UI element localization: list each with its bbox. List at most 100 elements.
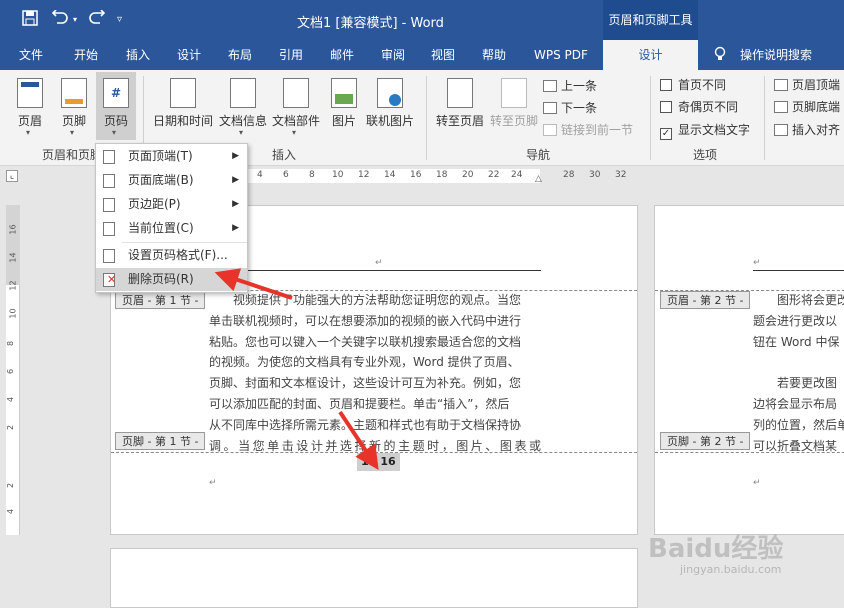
tab-home[interactable]: 开始 bbox=[74, 40, 98, 70]
checkmark-icon: ✓ bbox=[660, 128, 672, 140]
ruler-tick: 20 bbox=[462, 170, 474, 180]
ruler-tick: 14 bbox=[8, 252, 18, 263]
undo-dropdown-icon[interactable]: ▾ bbox=[73, 10, 77, 30]
page-1-body-text[interactable]: 视频提供了功能强大的方法帮助您证明您的观点。当您 单击联机视频时，可以在想要添加… bbox=[209, 290, 541, 456]
paragraph-mark: ↵ bbox=[209, 478, 217, 488]
header-top-icon bbox=[774, 79, 788, 91]
checkbox-icon bbox=[660, 101, 672, 113]
goto-footer-button[interactable]: 转至页脚 bbox=[488, 72, 540, 140]
goto-header-button[interactable]: 转至页眉 bbox=[434, 72, 486, 140]
ruler-tick: 4 bbox=[6, 396, 16, 403]
undo-icon[interactable] bbox=[51, 9, 70, 30]
group-divider bbox=[764, 76, 765, 160]
menu-item-label: 设置页码格式(F)... bbox=[128, 248, 228, 262]
tab-file[interactable]: 文件 bbox=[19, 40, 43, 70]
chevron-down-icon: ▾ bbox=[292, 128, 297, 137]
ribbon-tab-bar: 文件 开始 插入 设计 布局 引用 邮件 审阅 视图 帮助 WPS PDF 设计… bbox=[0, 40, 844, 70]
header-top-spinner[interactable]: 页眉顶端 bbox=[774, 75, 840, 95]
datetime-button[interactable]: 日期和时间 bbox=[152, 72, 214, 140]
align-tab-icon bbox=[774, 124, 788, 136]
vertical-ruler-margin bbox=[6, 205, 20, 285]
goto-header-icon bbox=[447, 78, 473, 108]
tab-references[interactable]: 引用 bbox=[279, 40, 303, 70]
header-button[interactable]: 页眉 ▾ bbox=[10, 72, 50, 140]
online-picture-label: 联机图片 bbox=[365, 114, 414, 128]
menu-item-remove-page-numbers[interactable]: ✕ 删除页码(R) bbox=[96, 268, 247, 291]
tab-review[interactable]: 审阅 bbox=[381, 40, 405, 70]
menu-item-page-bottom[interactable]: 页面底端(B) ▶ bbox=[96, 169, 247, 192]
document-page-3[interactable] bbox=[110, 548, 638, 608]
text-line: 钮在 Word 中保 bbox=[753, 334, 840, 349]
vertical-ruler[interactable]: 16 14 12 10 8 6 4 2 2 4 bbox=[6, 205, 20, 535]
tab-layout[interactable]: 布局 bbox=[228, 40, 252, 70]
page-bottom-icon bbox=[103, 174, 115, 188]
menu-item-page-margins[interactable]: 页边距(P) ▶ bbox=[96, 193, 247, 216]
paragraph-mark: ↵ bbox=[753, 258, 761, 268]
menu-item-page-top[interactable]: 页面顶端(T) ▶ bbox=[96, 145, 247, 168]
calendar-clock-icon bbox=[170, 78, 196, 108]
document-info-icon bbox=[230, 78, 256, 108]
chevron-down-icon: ▾ bbox=[112, 128, 117, 137]
tab-design[interactable]: 设计 bbox=[177, 40, 201, 70]
header-top-label: 页眉顶端 bbox=[792, 78, 841, 92]
header-border-line bbox=[753, 270, 844, 271]
tab-hf-design[interactable]: 设计 bbox=[603, 40, 698, 70]
page-number-button[interactable]: # 页码 ▾ bbox=[96, 72, 136, 140]
text-line: 若要更改图 bbox=[777, 376, 838, 391]
group-divider bbox=[426, 76, 427, 160]
link-previous-button[interactable]: 链接到前一节 bbox=[543, 120, 633, 140]
page-number-field[interactable]: 1 / 16 bbox=[357, 453, 400, 471]
tab-mailings[interactable]: 邮件 bbox=[330, 40, 354, 70]
footer-button[interactable]: 页脚 ▾ bbox=[54, 72, 94, 140]
document-page-2[interactable]: ↵ 页眉 - 第 2 节 - 图形将会更改 题会进行更改以 钮在 Word 中保… bbox=[654, 205, 844, 535]
redo-icon[interactable] bbox=[87, 9, 106, 30]
menu-item-current-position[interactable]: 当前位置(C) ▶ bbox=[96, 217, 247, 240]
text-line: 页脚、封面和文本框设计，这些设计可互为补充。例如，您 bbox=[209, 376, 522, 391]
text-line: 列的位置，然后单 bbox=[753, 417, 844, 432]
diff-odd-even-checkbox[interactable]: 奇偶页不同 bbox=[660, 97, 738, 117]
save-icon[interactable] bbox=[22, 10, 38, 30]
page-2-body-text[interactable]: 图形将会更改 题会进行更改以 钮在 Word 中保 若要更改图 边将会显示布局 … bbox=[753, 290, 844, 456]
tell-me-search[interactable]: 操作说明搜索 bbox=[740, 40, 812, 70]
goto-header-label: 转至页眉 bbox=[435, 114, 484, 128]
ruler-tick: 4 bbox=[257, 170, 263, 180]
text-line: 可以添加匹配的封面、页眉和提要栏。单击“插入”，然后 bbox=[209, 396, 510, 411]
next-label: 下一条 bbox=[561, 101, 598, 115]
show-doc-text-checkbox[interactable]: ✓ 显示文档文字 bbox=[660, 120, 750, 140]
lightbulb-icon[interactable] bbox=[714, 40, 726, 70]
next-button[interactable]: 下一条 bbox=[543, 98, 597, 118]
ruler-tick: 22 bbox=[488, 170, 500, 180]
format-page-number-icon bbox=[103, 249, 115, 263]
tab-view[interactable]: 视图 bbox=[431, 40, 455, 70]
customize-qat-icon[interactable]: ▿ bbox=[117, 10, 122, 30]
ruler-tick: 28 bbox=[563, 170, 575, 180]
footer-label: 页脚 bbox=[61, 114, 86, 128]
checkbox-icon bbox=[660, 79, 672, 91]
text-line: 从不同库中选择所需元素。主题和样式也有助于文档保持协 bbox=[209, 417, 522, 432]
tab-help[interactable]: 帮助 bbox=[482, 40, 506, 70]
tab-insert[interactable]: 插入 bbox=[126, 40, 150, 70]
indent-marker-icon[interactable]: △ bbox=[535, 174, 542, 184]
baidu-watermark-url: jingyan.baidu.com bbox=[680, 563, 782, 576]
docparts-button[interactable]: 文档部件 ▾ bbox=[270, 72, 322, 140]
docinfo-button[interactable]: 文档信息 ▾ bbox=[217, 72, 269, 140]
picture-button[interactable]: 图片 bbox=[327, 72, 361, 140]
context-tool-label: 页眉和页脚工具 bbox=[603, 0, 698, 40]
tab-wps-pdf[interactable]: WPS PDF bbox=[534, 40, 588, 70]
footer-section-label: 页脚 - 第 2 节 - bbox=[660, 432, 751, 450]
menu-item-format-page-numbers[interactable]: 设置页码格式(F)... bbox=[96, 244, 247, 267]
previous-button[interactable]: 上一条 bbox=[543, 76, 597, 96]
page-top-icon bbox=[103, 150, 115, 164]
diff-odd-even-label: 奇偶页不同 bbox=[678, 100, 739, 114]
diff-first-page-checkbox[interactable]: 首页不同 bbox=[660, 75, 726, 95]
insert-align-tab-button[interactable]: 插入对齐 bbox=[774, 120, 840, 140]
ruler-tick: 6 bbox=[6, 368, 16, 375]
tab-selector-icon[interactable]: ⌞ bbox=[6, 170, 18, 182]
page-number-icon: # bbox=[103, 78, 129, 108]
online-picture-button[interactable]: 联机图片 bbox=[364, 72, 416, 140]
footer-bottom-spinner[interactable]: 页脚底端 bbox=[774, 97, 840, 117]
ruler-tick: 16 bbox=[410, 170, 422, 180]
ruler-tick: 2 bbox=[6, 482, 16, 489]
text-line: 单击联机视频时，可以在想要添加的视频的嵌入代码中进行 bbox=[209, 313, 522, 328]
ruler-tick: 10 bbox=[332, 170, 344, 180]
